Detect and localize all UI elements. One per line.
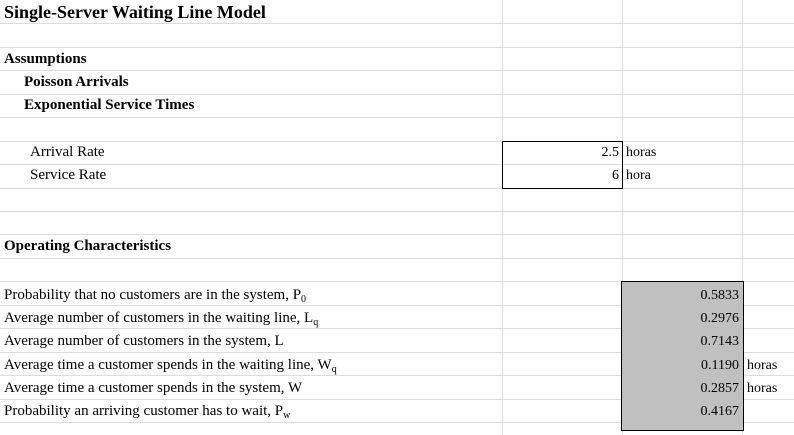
assumptions-heading: Assumptions <box>4 51 87 67</box>
op-label-pw: Probability an arriving customer has to … <box>4 403 291 421</box>
op-unit-wq: horas <box>747 358 778 373</box>
arrival-rate-label: Arrival Rate <box>30 144 105 160</box>
assumption-item: Exponential Service Times <box>24 97 195 113</box>
op-label-p0: Probability that no customers are in the… <box>4 287 307 305</box>
arrival-rate-unit: horas <box>626 145 657 160</box>
op-value-pw[interactable]: 0.4167 <box>621 400 743 423</box>
op-label-lq: Average number of customers in the waiti… <box>4 310 319 328</box>
page-title: Single-Server Waiting Line Model <box>4 2 266 22</box>
op-value-l[interactable]: 0.7143 <box>621 330 743 353</box>
op-label-l: Average number of customers in the syste… <box>4 333 284 349</box>
op-unit-w: horas <box>747 381 778 396</box>
op-label-w: Average time a customer spends in the sy… <box>4 380 303 396</box>
arrival-rate-value[interactable]: 2.5 <box>502 141 623 164</box>
service-rate-value[interactable]: 6 <box>502 164 623 187</box>
op-value-wq[interactable]: 0.1190 <box>621 354 743 377</box>
op-value-w[interactable]: 0.2857 <box>621 377 743 400</box>
operating-heading: Operating Characteristics <box>4 238 172 254</box>
op-label-wq: Average time a customer spends in the wa… <box>4 357 337 375</box>
assumption-item: Poisson Arrivals <box>24 74 129 90</box>
service-rate-unit: hora <box>626 168 651 183</box>
op-value-p0[interactable]: 0.5833 <box>621 284 743 307</box>
service-rate-label: Service Rate <box>30 167 107 183</box>
op-value-lq[interactable]: 0.2976 <box>621 307 743 330</box>
